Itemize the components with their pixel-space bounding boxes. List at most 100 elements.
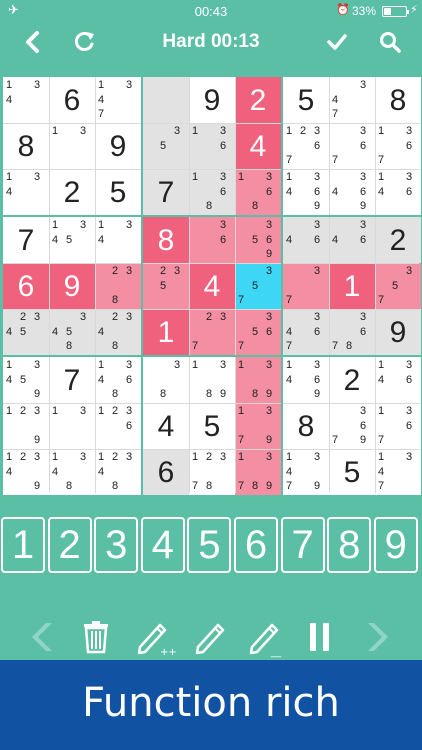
sudoku-cell-r7c7[interactable]: 1 3 4 6 9: [283, 357, 329, 403]
sudoku-cell-r2c8[interactable]: 3 6 7: [329, 123, 375, 169]
pencil-button[interactable]: [190, 615, 230, 659]
sudoku-cell-r4c3[interactable]: 1 3 4: [95, 217, 141, 263]
sudoku-cell-r3c1[interactable]: 1 3 4: [3, 169, 49, 215]
sudoku-cell-r3c3[interactable]: 5: [95, 169, 141, 215]
sudoku-cell-r8c1[interactable]: 123 9: [3, 403, 49, 449]
sudoku-cell-r6c7[interactable]: 3 4 6 7: [283, 309, 329, 355]
sudoku-cell-r9c4[interactable]: 6: [143, 449, 189, 495]
sudoku-cell-r5c4[interactable]: 235: [143, 263, 189, 309]
sudoku-cell-r1c4[interactable]: [143, 77, 189, 123]
sudoku-cell-r9c6[interactable]: 1 3 789: [235, 449, 281, 495]
pause-button[interactable]: [304, 615, 336, 659]
sudoku-cell-r3c6[interactable]: 1 3 68: [235, 169, 281, 215]
sudoku-cell-r6c8[interactable]: 3 6 78: [329, 309, 375, 355]
sudoku-cell-r5c5[interactable]: 4: [189, 263, 235, 309]
sudoku-cell-r2c1[interactable]: 8: [3, 123, 49, 169]
number-key-2[interactable]: 2: [47, 517, 92, 573]
sudoku-cell-r8c8[interactable]: 3 6 9 7: [329, 403, 375, 449]
sudoku-cell-r7c5[interactable]: 1 3 98: [189, 357, 235, 403]
sudoku-cell-r9c8[interactable]: 5: [329, 449, 375, 495]
sudoku-cell-r1c9[interactable]: 8: [375, 77, 421, 123]
sudoku-cell-r2c4[interactable]: 35: [143, 123, 189, 169]
sudoku-cell-r3c2[interactable]: 2: [49, 169, 95, 215]
sudoku-cell-r3c5[interactable]: 1 3 68: [189, 169, 235, 215]
sudoku-cell-r1c7[interactable]: 5: [283, 77, 329, 123]
sudoku-cell-r7c2[interactable]: 7: [49, 357, 95, 403]
number-key-6[interactable]: 6: [234, 517, 278, 573]
sudoku-cell-r3c7[interactable]: 1 3 4 6 9: [283, 169, 329, 215]
sudoku-cell-r3c8[interactable]: 3 4 6 9: [329, 169, 375, 215]
sudoku-cell-r7c4[interactable]: 38: [143, 357, 189, 403]
number-key-3[interactable]: 3: [94, 517, 139, 573]
sudoku-cell-r7c3[interactable]: 1 3 4 68: [95, 357, 141, 403]
sudoku-cell-r2c6[interactable]: 4: [235, 123, 281, 169]
sudoku-cell-r9c3[interactable]: 123 48: [95, 449, 141, 495]
sudoku-cell-r4c7[interactable]: 3 4 6: [283, 217, 329, 263]
number-key-4[interactable]: 4: [140, 517, 185, 573]
sudoku-cell-r5c9[interactable]: 357: [375, 263, 421, 309]
sudoku-cell-r1c8[interactable]: 3 4 7: [329, 77, 375, 123]
sudoku-cell-r2c7[interactable]: 123 6 7: [283, 123, 329, 169]
sudoku-cell-r1c3[interactable]: 1 3 4 7: [95, 77, 141, 123]
sudoku-cell-r2c3[interactable]: 9: [95, 123, 141, 169]
sudoku-cell-r3c9[interactable]: 1 3 4 6: [375, 169, 421, 215]
sudoku-cell-r7c9[interactable]: 1 3 4 6: [375, 357, 421, 403]
sudoku-cell-r6c5[interactable]: 23 7: [189, 309, 235, 355]
sudoku-cell-r2c9[interactable]: 1 3 6 7: [375, 123, 421, 169]
sudoku-cell-r8c7[interactable]: 8: [283, 403, 329, 449]
sudoku-cell-r2c2[interactable]: 13: [49, 123, 95, 169]
delete-button[interactable]: [80, 615, 112, 659]
sudoku-cell-r6c2[interactable]: 3 45 8: [49, 309, 95, 355]
sudoku-cell-r8c2[interactable]: 13: [49, 403, 95, 449]
sudoku-cell-r1c5[interactable]: 9: [189, 77, 235, 123]
sudoku-cell-r4c1[interactable]: 7: [3, 217, 49, 263]
sudoku-cell-r4c2[interactable]: 1 3 45: [49, 217, 95, 263]
sudoku-cell-r2c5[interactable]: 1 3 6: [189, 123, 235, 169]
sudoku-cell-r9c5[interactable]: 123 78: [189, 449, 235, 495]
sudoku-cell-r8c6[interactable]: 1 3 7 9: [235, 403, 281, 449]
redo-button[interactable]: [360, 615, 398, 659]
sudoku-cell-r8c9[interactable]: 1 3 6 7: [375, 403, 421, 449]
sudoku-cell-r5c3[interactable]: 23 8: [95, 263, 141, 309]
sudoku-cell-r3c4[interactable]: 7: [143, 169, 189, 215]
undo-button[interactable]: [22, 615, 60, 659]
sudoku-cell-r6c4[interactable]: 1: [143, 309, 189, 355]
number-key-1[interactable]: 1: [1, 517, 45, 573]
sudoku-cell-r1c2[interactable]: 6: [49, 77, 95, 123]
refresh-button[interactable]: [70, 28, 100, 56]
sudoku-cell-r9c1[interactable]: 123 4 9: [3, 449, 49, 495]
sudoku-cell-r7c8[interactable]: 2: [329, 357, 375, 403]
number-key-8[interactable]: 8: [327, 517, 372, 573]
sudoku-cell-r5c2[interactable]: 9: [49, 263, 95, 309]
sudoku-cell-r7c1[interactable]: 1 3 459: [3, 357, 49, 403]
sudoku-cell-r4c8[interactable]: 3 4 6: [329, 217, 375, 263]
notes-remove-button[interactable]: __: [244, 615, 288, 659]
sudoku-cell-r5c1[interactable]: 6: [3, 263, 49, 309]
sudoku-cell-r8c5[interactable]: 5: [189, 403, 235, 449]
sudoku-cell-r5c8[interactable]: 1: [329, 263, 375, 309]
sudoku-cell-r1c6[interactable]: 2: [235, 77, 281, 123]
sudoku-cell-r6c1[interactable]: 23 45: [3, 309, 49, 355]
sudoku-cell-r4c5[interactable]: 36: [189, 217, 235, 263]
back-button[interactable]: [18, 28, 48, 56]
number-key-5[interactable]: 5: [187, 517, 232, 573]
sudoku-cell-r4c6[interactable]: 356 9: [235, 217, 281, 263]
notes-add-button[interactable]: ++: [132, 615, 177, 659]
sudoku-cell-r5c7[interactable]: 37: [283, 263, 329, 309]
sudoku-cell-r4c4[interactable]: 8: [143, 217, 189, 263]
sudoku-cell-r6c6[interactable]: 356 7: [235, 309, 281, 355]
sudoku-cell-r6c9[interactable]: 9: [375, 309, 421, 355]
sudoku-cell-r9c7[interactable]: 1 3 4 7 9: [283, 449, 329, 495]
sudoku-cell-r9c2[interactable]: 1 3 48: [49, 449, 95, 495]
sudoku-cell-r8c3[interactable]: 123 6: [95, 403, 141, 449]
sudoku-cell-r9c9[interactable]: 1 3 4 7: [375, 449, 421, 495]
sudoku-cell-r8c4[interactable]: 4: [143, 403, 189, 449]
number-key-9[interactable]: 9: [373, 517, 418, 573]
sudoku-cell-r4c9[interactable]: 2: [375, 217, 421, 263]
number-key-7[interactable]: 7: [280, 517, 325, 573]
sudoku-cell-r1c1[interactable]: 1 3 4: [3, 77, 49, 123]
sudoku-cell-r7c6[interactable]: 1 3 89: [235, 357, 281, 403]
check-button[interactable]: [322, 28, 352, 56]
sudoku-cell-r5c6[interactable]: 357: [235, 263, 281, 309]
sudoku-cell-r6c3[interactable]: 23 48: [95, 309, 141, 355]
